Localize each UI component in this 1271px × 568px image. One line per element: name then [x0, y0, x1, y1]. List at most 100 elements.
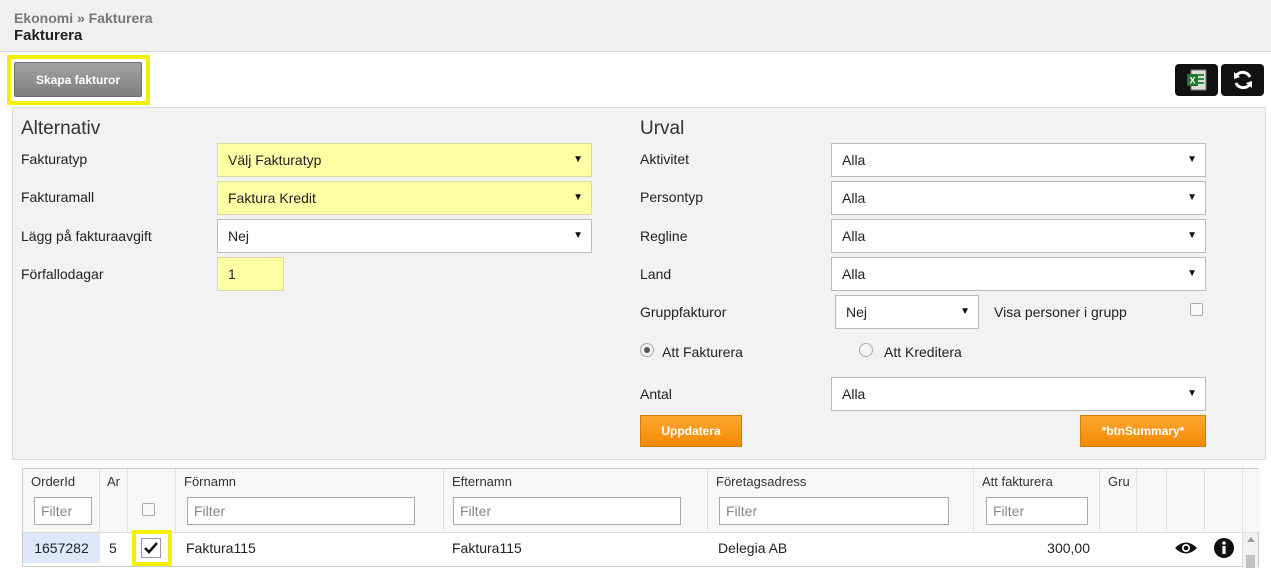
- column-att-fakturera[interactable]: Att fakturera Filter: [974, 469, 1100, 533]
- forfallodagar-input[interactable]: 1: [217, 257, 284, 291]
- column-title: Förnamn: [184, 474, 237, 489]
- column-title: Efternamn: [452, 474, 512, 489]
- column-select: [128, 469, 176, 533]
- visa-personer-label: Visa personer i grupp: [994, 304, 1127, 320]
- scroll-thumb[interactable]: [1246, 555, 1255, 568]
- refresh-icon: [1233, 70, 1252, 90]
- scroll-up-icon[interactable]: [1243, 533, 1259, 547]
- urval-heading: Urval: [640, 118, 685, 139]
- regline-select[interactable]: Alla ▼: [831, 219, 1206, 253]
- filter-placeholder: Filter: [993, 503, 1025, 519]
- att-kreditera-radio[interactable]: [859, 343, 873, 357]
- att-fakturera-radio[interactable]: [640, 343, 654, 357]
- svg-text:X: X: [1189, 76, 1195, 86]
- column-foretagsadress[interactable]: Företagsadress Filter: [708, 469, 974, 533]
- caret-down-icon: ▼: [573, 154, 583, 165]
- forfallodagar-value: 1: [228, 266, 236, 282]
- caret-down-icon: ▼: [1187, 268, 1197, 279]
- cell-fornamn: Faktura115: [186, 540, 256, 556]
- aktivitet-select[interactable]: Alla ▼: [831, 143, 1206, 177]
- persontyp-label: Persontyp: [640, 189, 704, 205]
- att-fakturera-label: Att Fakturera: [662, 344, 743, 360]
- refresh-button[interactable]: [1221, 64, 1264, 96]
- fakturamall-value: Faktura Kredit: [228, 190, 316, 206]
- gruppfakturor-select[interactable]: Nej ▼: [835, 295, 979, 329]
- filter-placeholder: Filter: [726, 503, 758, 519]
- excel-icon: X: [1186, 69, 1206, 91]
- caret-down-icon: ▼: [1187, 388, 1197, 399]
- column-title: Gru: [1108, 474, 1130, 489]
- caret-down-icon: ▼: [573, 230, 583, 241]
- att-kreditera-label: Att Kreditera: [884, 344, 962, 360]
- fakturamall-select[interactable]: Faktura Kredit ▼: [217, 181, 592, 215]
- eye-icon: [1175, 542, 1197, 554]
- aktivitet-label: Aktivitet: [640, 151, 690, 167]
- regline-value: Alla: [842, 228, 866, 244]
- column-orderid[interactable]: OrderId Filter: [23, 469, 100, 533]
- antal-label: Antal: [640, 386, 672, 402]
- column-fornamn[interactable]: Förnamn Filter: [176, 469, 444, 533]
- persontyp-select[interactable]: Alla ▼: [831, 181, 1206, 215]
- orderid-filter[interactable]: Filter: [34, 497, 92, 525]
- table-row[interactable]: 1657282 5 Faktura115 Faktura115 Delegia …: [23, 530, 1243, 567]
- column-efternamn[interactable]: Efternamn Filter: [444, 469, 708, 533]
- checkmark-icon: [144, 542, 158, 554]
- regline-label: Regline: [640, 228, 688, 244]
- column-view: [1167, 469, 1205, 533]
- filter-placeholder: Filter: [460, 503, 492, 519]
- fakturaavgift-select[interactable]: Nej ▼: [217, 219, 592, 253]
- summary-button[interactable]: *btnSummary*: [1080, 415, 1206, 447]
- column-info: [1205, 469, 1243, 533]
- land-select[interactable]: Alla ▼: [831, 257, 1206, 291]
- gruppfakturor-label: Gruppfakturor: [640, 304, 727, 320]
- land-label: Land: [640, 266, 672, 282]
- filter-placeholder: Filter: [41, 503, 73, 519]
- fakturatyp-value: Välj Fakturatyp: [228, 152, 322, 168]
- create-invoices-button[interactable]: Skapa fakturor: [14, 62, 142, 97]
- cell-att-fakturera: 300,00: [1047, 540, 1090, 556]
- visa-personer-checkbox[interactable]: [1190, 303, 1203, 316]
- column-ar[interactable]: Ar: [100, 469, 128, 533]
- cell-orderid: 1657282: [23, 533, 100, 563]
- column-title: Ar: [107, 474, 120, 489]
- antal-select[interactable]: Alla ▼: [831, 377, 1206, 411]
- row-checkbox[interactable]: [141, 538, 161, 558]
- column-title: Företagsadress: [716, 474, 807, 489]
- caret-down-icon: ▼: [960, 306, 970, 317]
- fakturatyp-select[interactable]: Välj Fakturatyp ▼: [217, 143, 592, 177]
- select-all-checkbox[interactable]: [142, 503, 155, 516]
- page-header: Ekonomi » Fakturera Fakturera: [0, 0, 1271, 52]
- column-grupp[interactable]: Gru: [1100, 469, 1137, 533]
- caret-down-icon: ▼: [1187, 192, 1197, 203]
- fakturamall-label: Fakturamall: [21, 189, 95, 205]
- cell-efternamn: Faktura115: [452, 540, 522, 556]
- page-title: Fakturera: [14, 27, 83, 44]
- update-button[interactable]: Uppdatera: [640, 415, 742, 447]
- alternativ-heading: Alternativ: [21, 118, 101, 139]
- fornamn-filter[interactable]: Filter: [187, 497, 415, 525]
- filter-placeholder: Filter: [194, 503, 226, 519]
- efternamn-filter[interactable]: Filter: [453, 497, 681, 525]
- grid-scrollbar[interactable]: [1242, 533, 1258, 568]
- gruppfakturor-value: Nej: [846, 304, 868, 320]
- caret-down-icon: ▼: [573, 192, 583, 203]
- info-button[interactable]: [1212, 533, 1236, 563]
- persontyp-value: Alla: [842, 190, 866, 206]
- column-title: OrderId: [31, 474, 76, 489]
- orders-grid: OrderId Filter Ar Förnamn Filter Efterna…: [22, 468, 1260, 568]
- grid-header: OrderId Filter Ar Förnamn Filter Efterna…: [23, 469, 1260, 533]
- land-value: Alla: [842, 266, 866, 282]
- cell-ar: 5: [109, 540, 117, 556]
- column-extra-1: [1137, 469, 1167, 533]
- cell-foretagsadress: Delegia AB: [718, 540, 788, 556]
- caret-down-icon: ▼: [1187, 230, 1197, 241]
- view-button[interactable]: [1173, 533, 1199, 563]
- column-title: Att fakturera: [982, 474, 1053, 489]
- excel-export-button[interactable]: X: [1175, 64, 1218, 96]
- antal-value: Alla: [842, 386, 866, 402]
- forfallodagar-label: Förfallodagar: [21, 266, 104, 282]
- breadcrumb[interactable]: Ekonomi » Fakturera: [14, 10, 153, 26]
- caret-down-icon: ▼: [1187, 154, 1197, 165]
- foretagsadress-filter[interactable]: Filter: [719, 497, 949, 525]
- att-fakturera-filter[interactable]: Filter: [986, 497, 1088, 525]
